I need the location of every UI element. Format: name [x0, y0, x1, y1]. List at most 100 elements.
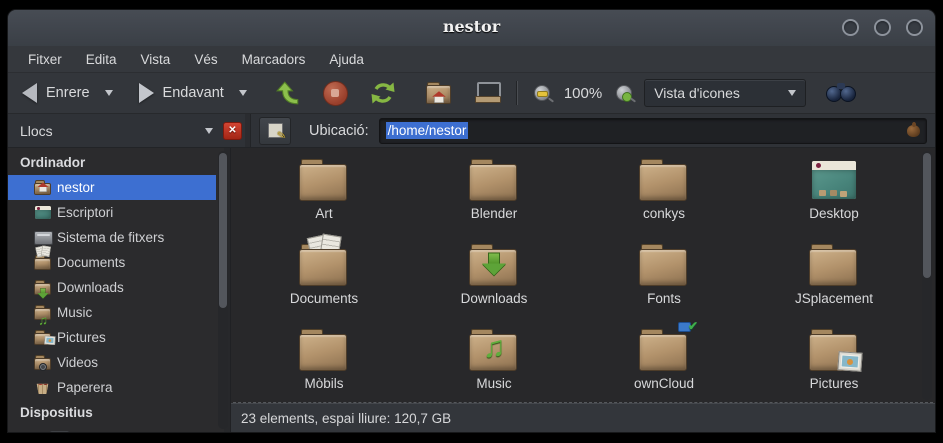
- home-button[interactable]: [426, 82, 452, 104]
- file-jsplacement[interactable]: JSplacement: [749, 241, 919, 326]
- folder-icon: [299, 329, 349, 371]
- zoom-in-button[interactable]: [616, 85, 632, 101]
- find-button[interactable]: [826, 83, 856, 103]
- back-arrow-icon: [22, 83, 37, 103]
- location-input[interactable]: /home/nestor: [379, 118, 927, 144]
- forward-button[interactable]: Endavant: [139, 83, 247, 103]
- window-controls: [844, 21, 921, 34]
- file-music[interactable]: ♫Music: [409, 326, 579, 411]
- back-button[interactable]: Enrere: [22, 83, 113, 103]
- back-history-chevron-icon[interactable]: [105, 90, 113, 96]
- location-value: /home/nestor: [386, 122, 469, 139]
- file-desktop[interactable]: Desktop: [749, 156, 919, 241]
- sidebar-item-label: Sistema de fitxers: [57, 230, 164, 245]
- file-label: Pictures: [810, 376, 859, 391]
- menu-marcadors[interactable]: Marcadors: [242, 52, 306, 67]
- sidebar-item-encriptats-250-gb[interactable]: Encriptats 250 GB: [8, 425, 216, 432]
- location-bar: ✎ Ubicació: /home/nestor: [251, 114, 935, 147]
- titlebar[interactable]: nestor: [8, 10, 935, 46]
- desktop-icon: [809, 159, 859, 201]
- folder-documents-icon: [299, 244, 349, 286]
- file-label: Desktop: [809, 206, 859, 221]
- sidebar-item-pictures[interactable]: Pictures: [8, 325, 216, 350]
- zoom-out-button[interactable]: [534, 85, 550, 101]
- forward-label: Endavant: [163, 85, 224, 101]
- sidebar-item-label: Paperera: [57, 380, 113, 395]
- statusbar: 23 elements, espai lliure: 120,7 GB: [231, 403, 935, 432]
- stop-icon: [323, 81, 348, 106]
- folder-icon: [639, 159, 689, 201]
- file-documents[interactable]: Documents: [239, 241, 409, 326]
- forward-arrow-icon: [139, 83, 154, 103]
- sidebar-item-label: Videos: [57, 355, 98, 370]
- fileview-scrollbar-thumb[interactable]: [923, 153, 931, 278]
- folder-music-icon: ♫: [34, 305, 52, 320]
- file-art[interactable]: Art: [239, 156, 409, 241]
- file-view: ArtBlender conkys Desktop DocumentsDownload…: [231, 148, 935, 432]
- menu-vista[interactable]: Vista: [141, 52, 171, 67]
- sidebar-item-paperera[interactable]: Paperera: [8, 375, 216, 400]
- sidebar-item-videos[interactable]: Videos: [8, 350, 216, 375]
- view-mode-dropdown[interactable]: Vista d'icones: [644, 79, 806, 107]
- menu-fitxer[interactable]: Fitxer: [28, 52, 62, 67]
- go-up-icon: [275, 80, 301, 106]
- fileview-scrollbar[interactable]: [922, 151, 932, 400]
- side-pane-chevron-icon[interactable]: [205, 128, 213, 134]
- menu-edita[interactable]: Edita: [86, 52, 117, 67]
- refresh-button[interactable]: [370, 80, 396, 106]
- sidebar-item-escriptori[interactable]: Escriptori: [8, 200, 216, 225]
- sidebar-section-dispositius: Dispositius: [8, 400, 216, 425]
- folder-home-icon: [34, 180, 52, 195]
- file-m-bils[interactable]: Mòbils: [239, 326, 409, 411]
- side-pane: Ordinador nestor Escriptori Sistema de fitx…: [8, 148, 231, 432]
- menu-ves[interactable]: Vés: [194, 52, 217, 67]
- toolbar-separator: [516, 81, 518, 105]
- file-downloads[interactable]: Downloads: [409, 241, 579, 326]
- folder-icon: [639, 244, 689, 286]
- sidebar-item-documents[interactable]: Documents: [8, 250, 216, 275]
- close-button[interactable]: [908, 21, 921, 34]
- file-conkys[interactable]: conkys: [579, 156, 749, 241]
- sidebar-item-downloads[interactable]: Downloads: [8, 275, 216, 300]
- edit-path-button[interactable]: ✎: [259, 117, 291, 145]
- go-up-button[interactable]: [275, 80, 301, 106]
- zoom-out-icon: [534, 85, 550, 101]
- stop-button[interactable]: [323, 81, 348, 106]
- folder-downloads-icon: [34, 280, 52, 295]
- file-label: Fonts: [647, 291, 681, 306]
- pencil-icon: ✎: [276, 128, 287, 142]
- harddisk-icon: [34, 230, 52, 245]
- file-pictures[interactable]: Pictures: [749, 326, 919, 411]
- sidebar-scrollbar-thumb[interactable]: [219, 153, 227, 308]
- desktop-icon: [34, 205, 52, 220]
- sidebar-item-label: Ordinador: [20, 155, 85, 170]
- forward-history-chevron-icon[interactable]: [239, 90, 247, 96]
- maximize-button[interactable]: [876, 21, 889, 34]
- sidebar-item-label: Escriptori: [57, 205, 113, 220]
- open-filesystem-button[interactable]: [474, 82, 500, 104]
- location-label: Ubicació:: [309, 123, 369, 139]
- folder-icon: [299, 159, 349, 201]
- side-pane-close-button[interactable]: ✕: [223, 122, 242, 140]
- file-blender[interactable]: Blender: [409, 156, 579, 241]
- window-title: nestor: [8, 17, 935, 36]
- file-owncloud[interactable]: ✔ownCloud: [579, 326, 749, 411]
- home-folder-icon: [426, 82, 452, 104]
- sidebar-item-music[interactable]: ♫Music: [8, 300, 216, 325]
- folder-documents-icon: [34, 255, 52, 270]
- file-fonts[interactable]: Fonts: [579, 241, 749, 326]
- file-label: Mòbils: [304, 376, 343, 391]
- sidebar-item-nestor[interactable]: nestor: [8, 175, 216, 200]
- minimize-button[interactable]: [844, 21, 857, 34]
- folder-downloads-icon: [469, 244, 519, 286]
- sidebar-scrollbar[interactable]: [218, 151, 228, 429]
- menu-ajuda[interactable]: Ajuda: [329, 52, 364, 67]
- file-label: conkys: [643, 206, 685, 221]
- file-label: JSplacement: [795, 291, 873, 306]
- sidebar-item-label: Dispositius: [20, 405, 93, 420]
- folder-pictures-icon: [34, 330, 52, 345]
- location-action-icon[interactable]: [907, 125, 920, 137]
- content-area: Ordinador nestor Escriptori Sistema de fitx…: [8, 148, 935, 432]
- folder-videos-icon: [34, 355, 52, 370]
- side-pane-title: Llocs: [20, 123, 199, 139]
